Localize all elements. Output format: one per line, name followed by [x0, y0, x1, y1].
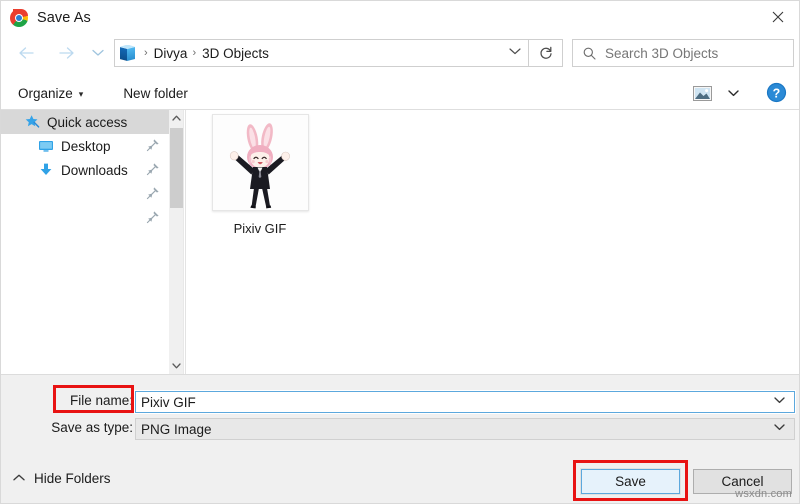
sidebar-item-unlabeled-2[interactable] [1, 206, 169, 230]
sidebar-item-quick-access[interactable]: Quick access [1, 110, 169, 134]
refresh-icon[interactable] [529, 39, 563, 67]
chevron-up-icon [13, 474, 25, 484]
file-name-input[interactable]: Pixiv GIF [134, 390, 796, 414]
scroll-down-chevron-icon[interactable] [169, 358, 184, 374]
form-area: File name: Pixiv GIF Save as type: PNG I… [1, 374, 799, 452]
sidebar-item-downloads[interactable]: Downloads [1, 158, 169, 182]
save-as-dialog: Save As › Divya › 3D Objects Search 3D O… [0, 0, 800, 504]
pin-icon[interactable] [146, 138, 161, 153]
chevron-down-icon: ▾ [78, 88, 84, 99]
search-icon [583, 47, 596, 60]
scroll-up-chevron-icon[interactable] [169, 110, 184, 126]
file-name-row: File name: Pixiv GIF [1, 390, 799, 414]
chevron-down-icon[interactable] [774, 424, 785, 434]
list-item[interactable]: Pixiv GIF [204, 114, 316, 249]
sidebar-item-label: Quick access [47, 114, 128, 130]
scrollbar-thumb[interactable] [170, 128, 183, 208]
close-icon[interactable] [755, 1, 799, 33]
save-as-type-row: Save as type: PNG Image [1, 418, 799, 440]
file-list-view[interactable]: Pixiv GIF [186, 110, 799, 374]
dialog-body: Quick access Desktop Downloads Pixiv GIF [1, 110, 799, 374]
sidebar-item-label: Desktop [61, 138, 111, 154]
sidebar-scrollbar[interactable] [169, 110, 184, 374]
save-as-type-label-text: Save as type: [51, 420, 133, 435]
hide-folders-button[interactable]: Hide Folders [13, 471, 111, 486]
breadcrumb-item-3d-objects[interactable]: 3D Objects [202, 46, 269, 61]
file-name-label: Pixiv GIF [233, 221, 287, 236]
cancel-button-label: Cancel [721, 474, 764, 489]
sidebar-item-unlabeled-1[interactable] [1, 182, 169, 206]
breadcrumb-separator: › [144, 46, 148, 59]
sidebar-item-label: Downloads [61, 162, 128, 178]
pin-icon[interactable] [146, 210, 161, 225]
download-icon [37, 162, 54, 179]
search-input[interactable]: Search 3D Objects [572, 39, 794, 67]
blank-icon [37, 210, 54, 227]
new-folder-button[interactable]: New folder [114, 82, 197, 105]
pin-icon[interactable] [146, 186, 161, 201]
desktop-icon [37, 138, 54, 155]
back-icon[interactable] [11, 38, 41, 68]
watermark: wsxdn.com [735, 488, 792, 500]
file-name-label-text: File name: [69, 393, 133, 408]
star-pin-icon [23, 114, 40, 131]
window-title: Save As [37, 9, 91, 26]
organize-label: Organize [18, 85, 73, 101]
hide-folders-label: Hide Folders [34, 471, 111, 486]
new-folder-label: New folder [123, 85, 188, 101]
address-breadcrumb-bar[interactable]: › Divya › 3D Objects [114, 39, 529, 67]
organize-button[interactable]: Organize ▾ [9, 82, 92, 105]
recent-locations-chevron-down-icon[interactable] [87, 38, 109, 68]
save-button-label: Save [615, 474, 646, 489]
command-bar: Organize ▾ New folder ? [1, 77, 799, 110]
blank-icon [37, 186, 54, 203]
breadcrumb-chevron-down-icon[interactable] [509, 48, 521, 58]
title-bar: Save As [1, 1, 799, 34]
pin-icon[interactable] [146, 162, 161, 177]
view-layout-icon[interactable] [689, 81, 715, 105]
dialog-footer: Hide Folders Save Cancel wsxdn.com [1, 452, 799, 503]
svg-text:?: ? [773, 86, 781, 100]
help-icon[interactable]: ? [766, 82, 787, 103]
save-as-type-select[interactable]: PNG Image [135, 418, 795, 440]
chevron-down-icon[interactable] [774, 397, 785, 407]
breadcrumb-separator: › [192, 46, 197, 59]
save-as-type-value: PNG Image [141, 421, 212, 437]
navigation-sidebar[interactable]: Quick access Desktop Downloads [1, 110, 169, 374]
chrome-icon [10, 8, 28, 27]
view-options-chevron-down-icon[interactable] [723, 81, 743, 105]
forward-icon[interactable] [51, 38, 81, 68]
breadcrumb-item-divya[interactable]: Divya [154, 46, 188, 61]
file-name-value: Pixiv GIF [141, 394, 196, 410]
save-button[interactable]: Save [580, 468, 681, 495]
sidebar-item-desktop[interactable]: Desktop [1, 134, 169, 158]
search-placeholder: Search 3D Objects [605, 45, 719, 61]
pixiv-gif-thumbnail [211, 114, 309, 211]
thumbnail-signature [302, 198, 303, 203]
3d-objects-cube-icon [120, 44, 137, 62]
